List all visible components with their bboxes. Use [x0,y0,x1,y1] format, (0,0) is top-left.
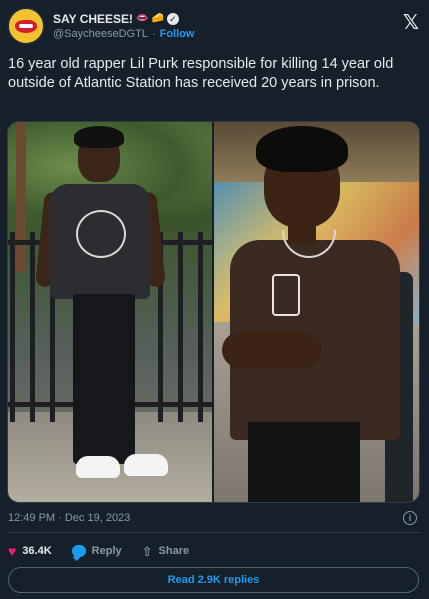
x-logo-icon[interactable]: 𝕏 [403,10,419,35]
info-icon[interactable]: i [403,511,417,525]
heart-icon: ♥ [8,543,17,559]
verified-badge-icon: ✓ [166,13,179,25]
photo-left[interactable] [8,122,212,502]
author-handle[interactable]: @SaycheeseDGTL [53,28,148,40]
author-display-name[interactable]: SAY CHEESE! [53,12,133,26]
share-button[interactable]: ⇧ Share [142,545,189,558]
read-replies-button[interactable]: Read 2.9K replies [8,567,419,593]
tweet-header: SAY CHEESE! 👄 🧀 ✓ @SaycheeseDGTL · Follo… [7,6,419,46]
tweet-text: 16 year old rapper Lil Purk responsible … [8,56,394,91]
handle-separator: · [151,28,156,40]
likes-count: 36.4K [22,545,52,557]
tweet-media[interactable] [7,121,420,503]
author-name-row[interactable]: SAY CHEESE! 👄 🧀 ✓ [53,12,194,26]
share-label: Share [158,545,190,557]
divider [8,532,421,533]
handle-row: @SaycheeseDGTL · Follow [53,28,194,40]
lips-emoji-icon: 👄 [136,13,149,24]
tweet-timestamp[interactable]: 12:49 PM · Dec 19, 2023 [8,512,130,524]
cheese-emoji-icon: 🧀 [151,13,164,24]
reply-button[interactable]: Reply [71,545,122,557]
photo-right[interactable] [214,122,419,502]
like-button[interactable]: ♥ 36.4K [8,544,52,558]
follow-button[interactable]: Follow [160,28,195,40]
avatar[interactable] [7,7,45,45]
share-icon: ⇧ [141,543,153,559]
action-bar: ♥ 36.4K Reply ⇧ Share [8,542,189,560]
reply-bubble-icon [71,545,86,557]
tweet-card: SAY CHEESE! 👄 🧀 ✓ @SaycheeseDGTL · Follo… [0,0,429,599]
author-block: SAY CHEESE! 👄 🧀 ✓ @SaycheeseDGTL · Follo… [53,12,194,40]
reply-label: Reply [91,545,122,557]
teeth-logo [19,24,33,28]
